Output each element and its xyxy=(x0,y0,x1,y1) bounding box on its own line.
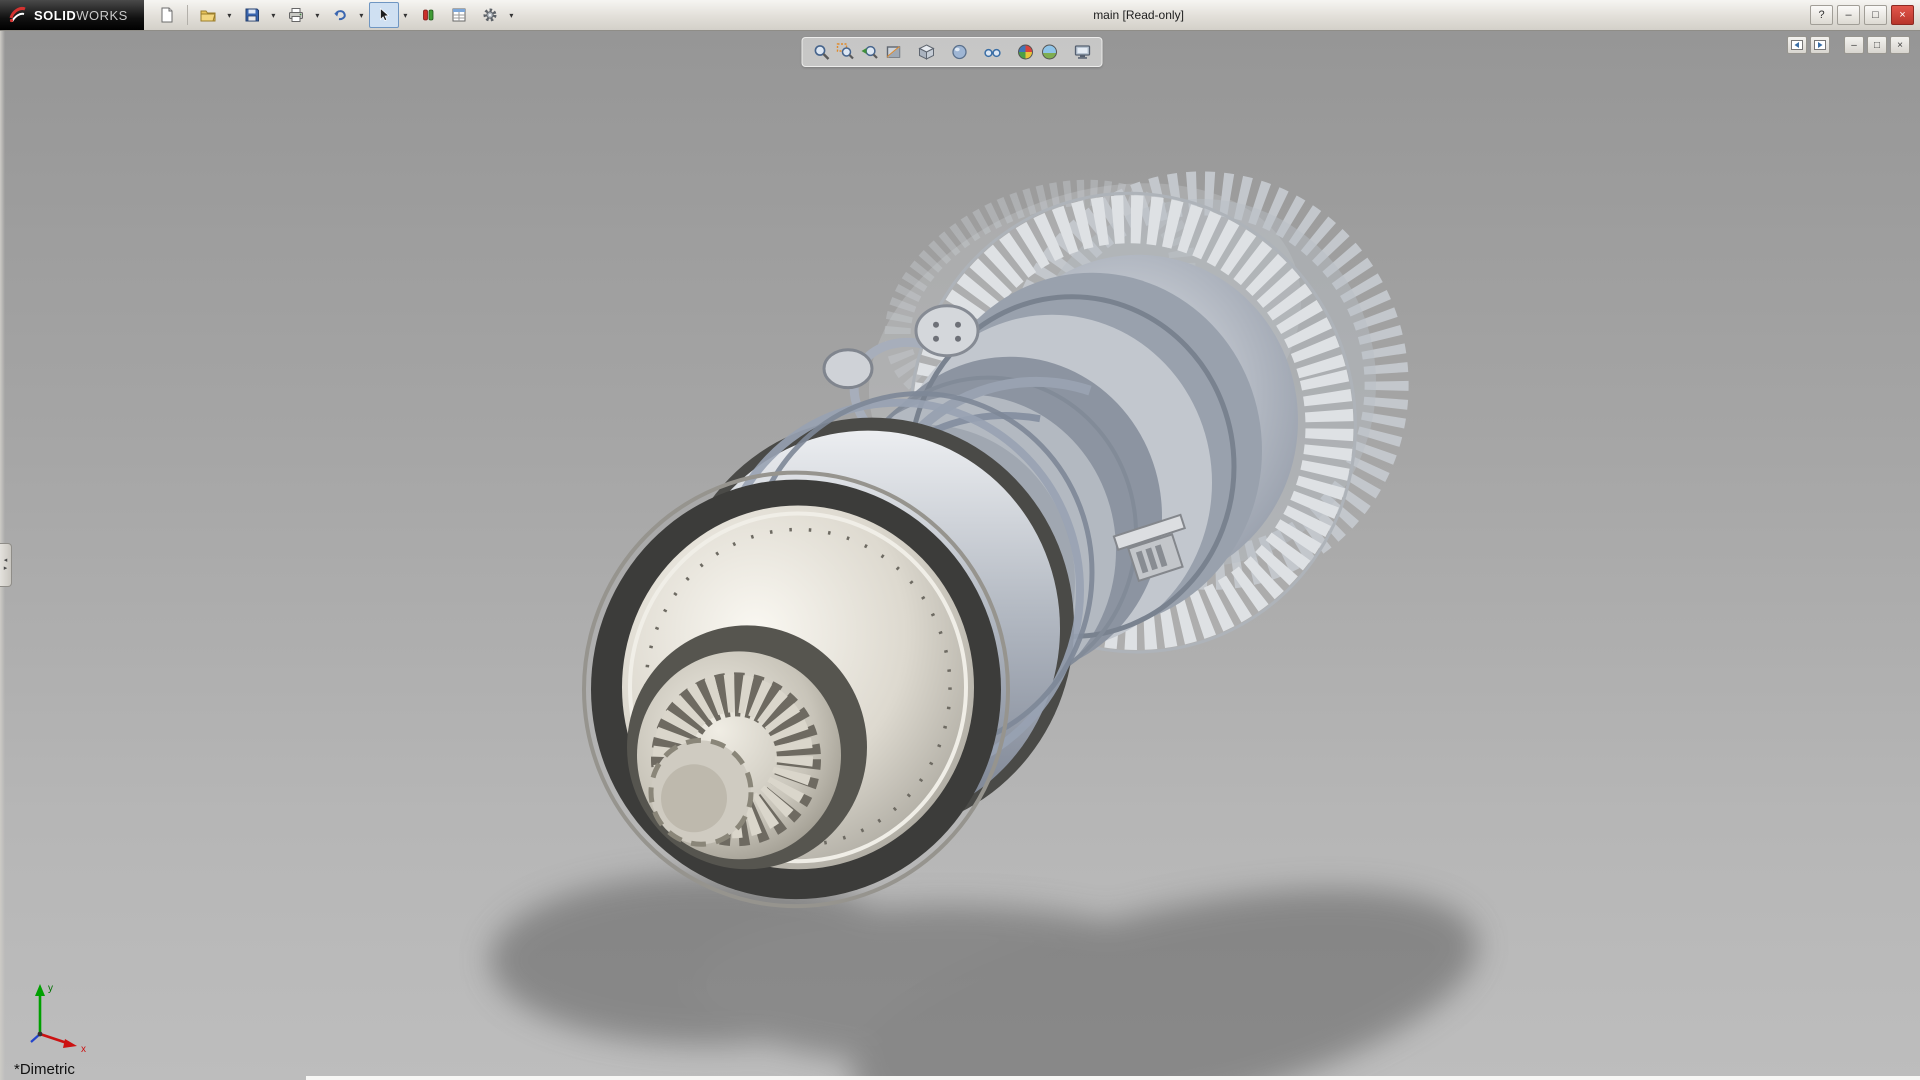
titlebar: SOLIDWORKS ▾ xyxy=(0,0,1920,31)
print-button[interactable] xyxy=(281,2,311,28)
display-style-icon xyxy=(951,43,969,61)
new-document-icon xyxy=(159,7,175,23)
save-button[interactable] xyxy=(237,2,267,28)
document-restore-button[interactable]: □ xyxy=(1867,36,1887,54)
undo-icon xyxy=(332,7,348,23)
help-button[interactable]: ? xyxy=(1810,5,1833,25)
zoom-to-area-button[interactable] xyxy=(835,41,857,63)
save-dropdown[interactable]: ▾ xyxy=(267,2,280,28)
apply-scene-button[interactable] xyxy=(1039,41,1061,63)
triad-x-axis-arrow xyxy=(63,1039,77,1048)
file-properties-icon xyxy=(451,7,467,23)
headsup-separator xyxy=(1063,52,1070,53)
headsup-separator xyxy=(907,52,914,53)
brand-text: SOLIDWORKS xyxy=(34,8,128,23)
options-dropdown[interactable]: ▾ xyxy=(505,2,518,28)
section-view-button[interactable] xyxy=(883,41,905,63)
file-properties-button[interactable] xyxy=(444,2,474,28)
previous-view-button[interactable] xyxy=(859,41,881,63)
window-title: main [Read-only] xyxy=(1093,0,1184,30)
headsup-separator xyxy=(1006,52,1013,53)
solidworks-logo: SOLIDWORKS xyxy=(0,0,144,30)
document-window-controls: – □ × xyxy=(1787,36,1910,54)
headsup-separator xyxy=(940,52,947,53)
view-settings-icon xyxy=(1074,43,1092,61)
rebuild-icon xyxy=(420,7,436,23)
model-shadow xyxy=(490,841,1499,1080)
zoom-to-fit-button[interactable] xyxy=(811,41,833,63)
model-scene[interactable] xyxy=(0,31,1920,1080)
select-cursor-icon xyxy=(376,7,392,23)
edit-appearance-icon xyxy=(1017,43,1035,61)
new-document-button[interactable] xyxy=(152,2,182,28)
triad-y-label: y xyxy=(48,983,53,994)
options-gear-icon xyxy=(482,7,498,23)
display-style-button[interactable] xyxy=(949,41,971,63)
pane-toggle-left-button[interactable] xyxy=(1787,36,1807,54)
jet-engine-model[interactable] xyxy=(584,123,1431,907)
zoom-to-area-icon xyxy=(837,43,855,61)
undo-dropdown[interactable]: ▾ xyxy=(355,2,368,28)
select-button[interactable] xyxy=(369,2,399,28)
pane-toggle-right-button[interactable] xyxy=(1810,36,1830,54)
document-minimize-button[interactable]: – xyxy=(1844,36,1864,54)
graphics-viewport[interactable]: – □ × ◂ ▸ y x *Dimetric xyxy=(0,31,1920,1080)
orientation-triad: y x xyxy=(18,976,98,1054)
save-icon xyxy=(244,7,260,23)
hide-show-items-button[interactable] xyxy=(982,41,1004,63)
document-close-button[interactable]: × xyxy=(1890,36,1910,54)
main-toolbar: ▾ ▾ ▾ xyxy=(152,2,518,28)
minimize-button[interactable]: – xyxy=(1837,5,1860,25)
edit-appearance-button[interactable] xyxy=(1015,41,1037,63)
triad-x-label: x xyxy=(81,1044,86,1054)
pane-expand-arrow: ▸ xyxy=(4,565,8,573)
view-orientation-label: *Dimetric xyxy=(14,1061,75,1078)
view-orientation-icon xyxy=(918,43,936,61)
pane-left-icon xyxy=(1791,40,1803,50)
view-settings-button[interactable] xyxy=(1072,41,1094,63)
select-dropdown[interactable]: ▾ xyxy=(399,2,412,28)
hide-show-items-icon xyxy=(984,43,1002,61)
close-button[interactable]: × xyxy=(1891,5,1914,25)
panel-splitter-tab[interactable]: ◂ ▸ xyxy=(0,543,12,587)
toolbar-separator xyxy=(187,5,188,25)
restore-button[interactable]: □ xyxy=(1864,5,1887,25)
section-view-icon xyxy=(885,43,903,61)
window-controls: ? – □ × xyxy=(1810,5,1920,25)
open-dropdown[interactable]: ▾ xyxy=(223,2,236,28)
print-dropdown[interactable]: ▾ xyxy=(311,2,324,28)
rebuild-button[interactable] xyxy=(413,2,443,28)
headsup-separator xyxy=(973,52,980,53)
zoom-to-fit-icon xyxy=(813,43,831,61)
triad-y-axis-arrow xyxy=(35,984,45,996)
open-folder-icon xyxy=(200,7,216,23)
statusbar-edge xyxy=(306,1076,1920,1080)
print-icon xyxy=(288,7,304,23)
apply-scene-icon xyxy=(1041,43,1059,61)
pane-right-icon xyxy=(1814,40,1826,50)
solidworks-logo-icon xyxy=(8,5,28,25)
previous-view-icon xyxy=(861,43,879,61)
heads-up-view-toolbar xyxy=(802,37,1103,67)
view-orientation-button[interactable] xyxy=(916,41,938,63)
undo-button[interactable] xyxy=(325,2,355,28)
options-button[interactable] xyxy=(475,2,505,28)
open-button[interactable] xyxy=(193,2,223,28)
pane-collapse-arrow: ◂ xyxy=(4,557,8,565)
